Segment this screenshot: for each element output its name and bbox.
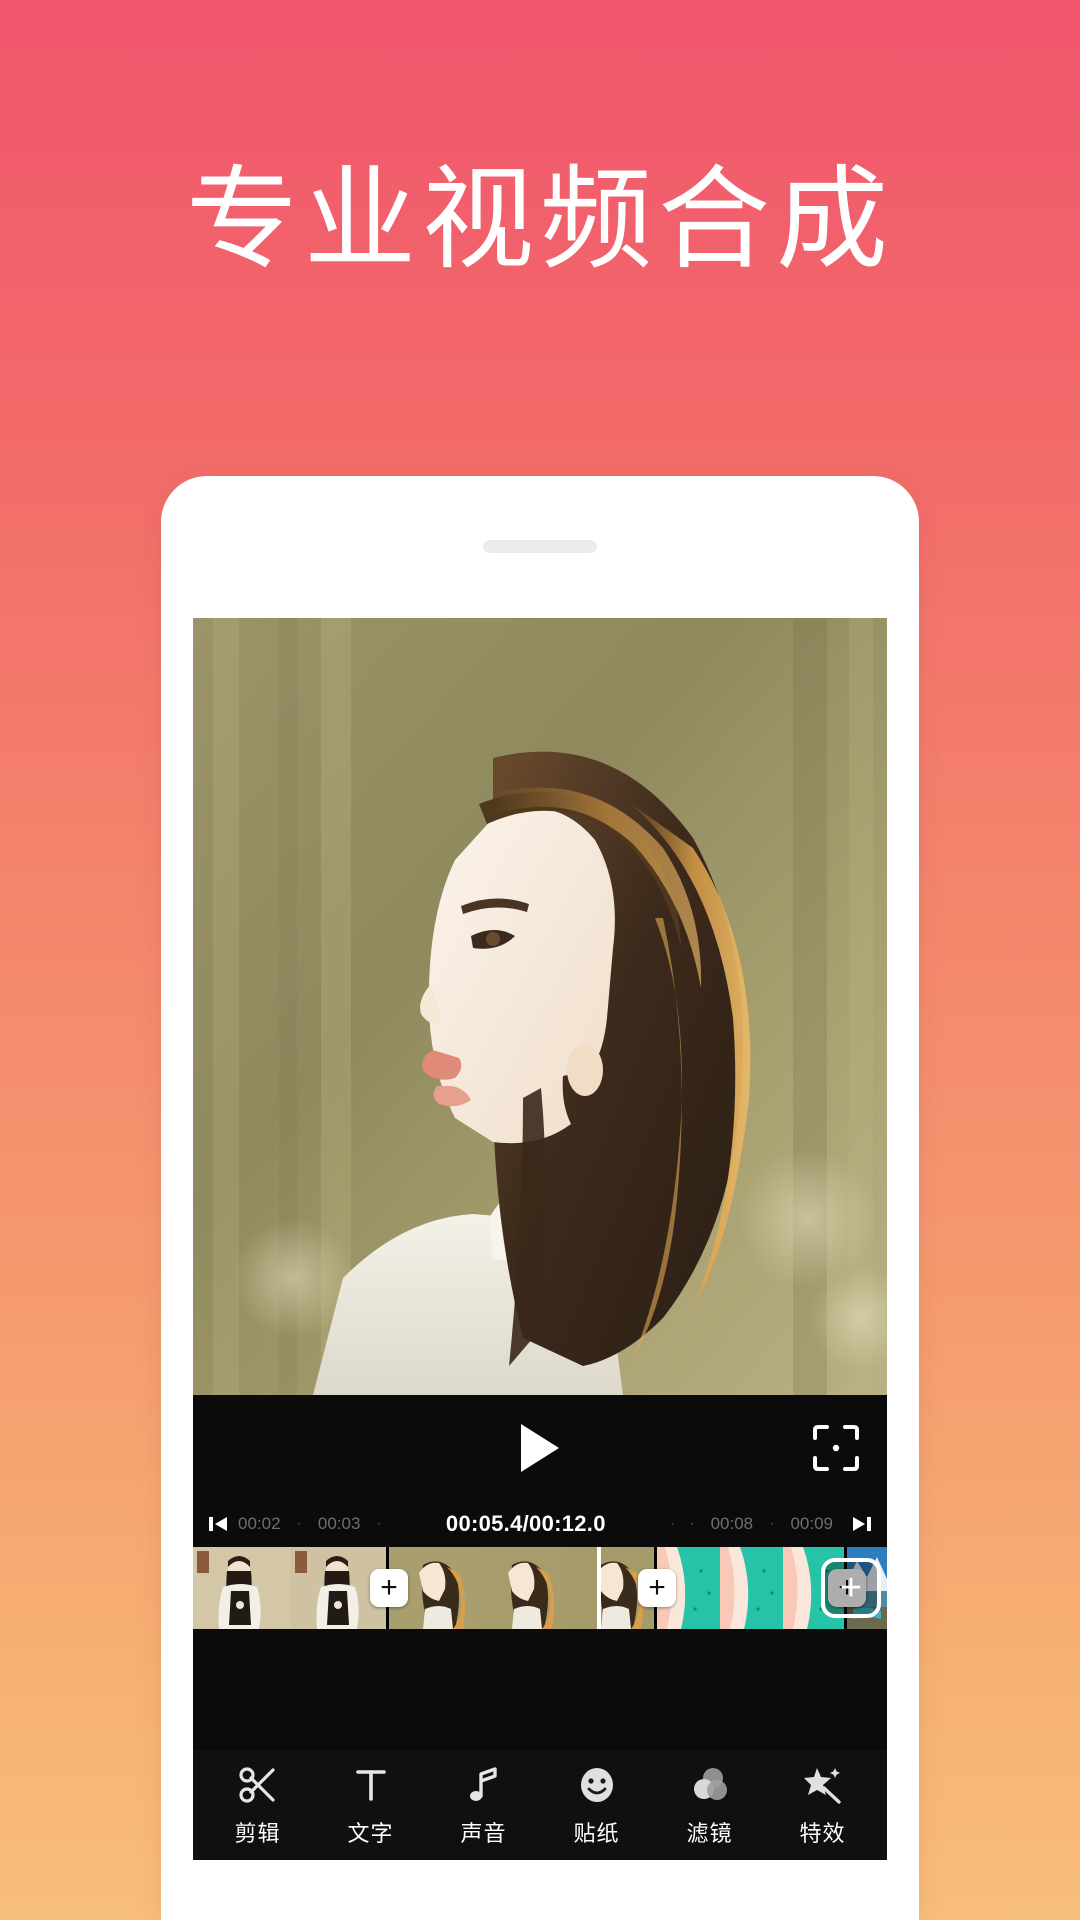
app-screen: 00:02 · 00:03 · 00:05.4/00:12.0 · · 00:0…: [193, 618, 887, 1860]
ruler-dot-3: ·: [669, 1515, 676, 1532]
skip-to-end-button[interactable]: [851, 1514, 873, 1534]
ruler-dot-1: ·: [296, 1515, 302, 1532]
ruler-tick-1: 00:02: [238, 1514, 281, 1533]
video-preview[interactable]: [193, 618, 887, 1395]
tool-button-sound[interactable]: 声音: [434, 1762, 534, 1848]
video-preview-image: [193, 618, 887, 1395]
skip-end-icon: [852, 1517, 871, 1531]
clip-3-thumbnail: [657, 1547, 844, 1629]
transition-button-1[interactable]: +: [370, 1569, 408, 1607]
ruler-tick-2: 00:03: [317, 1514, 361, 1533]
filter-circles-icon: [689, 1762, 731, 1808]
ruler-tick-3: 00:08: [710, 1514, 754, 1533]
plus-icon: +: [648, 1571, 666, 1604]
skip-to-start-button[interactable]: [207, 1514, 229, 1534]
fullscreen-icon: [813, 1425, 859, 1471]
playhead[interactable]: [597, 1547, 601, 1629]
ruler-dot-4: ·: [689, 1515, 695, 1532]
tool-label: 声音: [460, 1821, 507, 1846]
timeline-clip-2[interactable]: [389, 1547, 657, 1629]
ruler-tick-4: 00:09: [790, 1514, 833, 1533]
clip-2-thumbnail: [389, 1547, 654, 1629]
tool-button-sticker[interactable]: 贴纸: [547, 1762, 647, 1848]
tool-button-filter[interactable]: 滤镜: [660, 1762, 760, 1848]
timeline-track[interactable]: + + + +: [193, 1547, 887, 1629]
ruler-dot-5: ·: [769, 1515, 775, 1532]
play-icon: [521, 1424, 559, 1472]
sticker-smiley-icon: [576, 1762, 618, 1808]
tool-button-edit[interactable]: 剪辑: [208, 1762, 308, 1848]
scissors-icon: [237, 1762, 279, 1808]
tool-button-text[interactable]: 文字: [321, 1762, 421, 1848]
speaker-grille: [483, 540, 597, 553]
current-time-display: 00:05.4/00:12.0: [445, 1511, 606, 1536]
plus-icon: +: [380, 1571, 398, 1604]
plus-icon: +: [839, 1567, 863, 1609]
tool-label: 文字: [347, 1821, 394, 1846]
tool-button-effects[interactable]: 特效: [773, 1762, 873, 1848]
fullscreen-button[interactable]: [811, 1423, 861, 1473]
play-button[interactable]: [513, 1419, 567, 1477]
skip-start-icon: [209, 1517, 227, 1531]
music-note-icon: [463, 1762, 505, 1808]
time-ruler[interactable]: 00:02 · 00:03 · 00:05.4/00:12.0 · · 00:0…: [193, 1501, 887, 1547]
tool-label: 滤镜: [686, 1821, 733, 1846]
transition-button-2[interactable]: +: [638, 1569, 676, 1607]
text-icon: [350, 1762, 392, 1808]
tool-label: 贴纸: [573, 1821, 620, 1846]
add-clip-button[interactable]: +: [821, 1558, 881, 1618]
player-control-bar: [193, 1395, 887, 1501]
ruler-dot-2: ·: [376, 1515, 382, 1532]
phone-mockup: 00:02 · 00:03 · 00:05.4/00:12.0 · · 00:0…: [161, 476, 919, 1920]
tool-label: 特效: [799, 1821, 846, 1846]
timeline-workspace: [193, 1629, 887, 1750]
timeline-clip-3[interactable]: [657, 1547, 847, 1629]
magic-wand-icon: [802, 1762, 844, 1808]
timeline-clip-1[interactable]: [193, 1547, 389, 1629]
tool-label: 剪辑: [234, 1821, 281, 1846]
bottom-toolbar: 剪辑 文字 声音 贴纸 滤镜 特效: [193, 1750, 887, 1860]
clip-1-thumbnail: [193, 1547, 386, 1629]
page-title: 专业视频合成: [186, 157, 894, 282]
